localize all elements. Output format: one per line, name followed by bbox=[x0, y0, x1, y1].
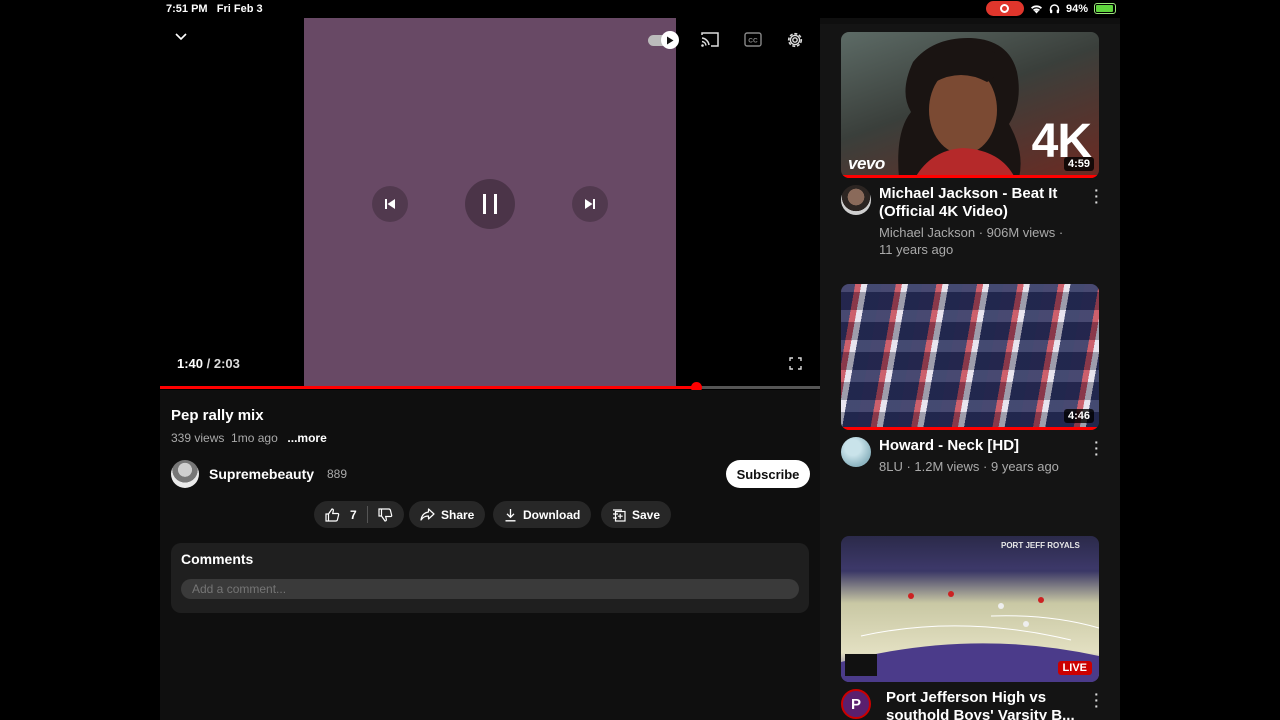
like-button[interactable]: 7 bbox=[325, 508, 357, 522]
previous-button[interactable] bbox=[372, 186, 408, 222]
skip-next-icon bbox=[585, 199, 595, 209]
like-count: 7 bbox=[350, 507, 357, 522]
svg-text:CC: CC bbox=[748, 38, 758, 45]
skip-previous-icon bbox=[385, 199, 395, 209]
headphones-icon bbox=[1049, 4, 1060, 14]
scoreboard-banner: PORT JEFF ROYALS bbox=[1001, 541, 1080, 550]
upload-age: 1mo ago bbox=[231, 431, 278, 445]
comment-input[interactable] bbox=[181, 579, 799, 599]
video-thumbnail[interactable]: 4:46 bbox=[841, 284, 1099, 430]
wifi-icon bbox=[1030, 5, 1042, 14]
screen-record-icon bbox=[985, 1, 1024, 16]
recommended-video[interactable]: 4K vevo 4:59 Michael Jackson - Beat It (… bbox=[841, 32, 1099, 262]
status-icons: 94% bbox=[985, 1, 1116, 16]
time-display: 1:40 / 2:03 bbox=[177, 356, 240, 371]
time-separator: / bbox=[203, 356, 214, 371]
video-title[interactable]: Michael Jackson - Beat It (Official 4K V… bbox=[879, 185, 1087, 221]
next-button[interactable] bbox=[572, 186, 608, 222]
watched-progress bbox=[841, 175, 1099, 178]
recommended-video[interactable]: PORT JEFF ROYALS LIVE P Port Jefferson H… bbox=[841, 536, 1099, 720]
progress-bar[interactable] bbox=[160, 382, 820, 393]
save-button[interactable]: Save bbox=[601, 501, 672, 528]
chevron-down-icon[interactable] bbox=[174, 32, 188, 42]
download-label: Download bbox=[523, 507, 581, 522]
video-thumbnail[interactable]: 4K vevo 4:59 bbox=[841, 32, 1099, 178]
video-title: Pep rally mix bbox=[171, 407, 264, 424]
video-duration: 4:59 bbox=[1063, 157, 1094, 171]
share-label: Share bbox=[441, 507, 475, 522]
thumbs-down-icon[interactable] bbox=[378, 507, 393, 522]
video-thumbnail[interactable]: PORT JEFF ROYALS LIVE bbox=[841, 536, 1099, 682]
subscribe-button[interactable]: Subscribe bbox=[726, 460, 810, 488]
status-time: 7:51 PM Fri Feb 3 bbox=[166, 3, 263, 15]
recommendations-sidebar: 4K vevo 4:59 Michael Jackson - Beat It (… bbox=[820, 24, 1120, 720]
download-icon bbox=[505, 508, 516, 521]
status-bar: 7:51 PM Fri Feb 3 94% bbox=[0, 0, 1280, 18]
more-link[interactable]: ...more bbox=[287, 431, 326, 445]
channel-avatar[interactable] bbox=[841, 185, 871, 215]
channel-avatar[interactable] bbox=[841, 437, 871, 467]
video-player[interactable]: CC 1:40 / 2:03 bbox=[160, 18, 820, 393]
fullscreen-icon[interactable] bbox=[789, 357, 802, 370]
vevo-logo: vevo bbox=[848, 154, 885, 173]
captions-icon[interactable]: CC bbox=[744, 32, 762, 47]
cast-icon[interactable] bbox=[700, 31, 720, 48]
download-button[interactable]: Download bbox=[493, 501, 592, 528]
youtube-app: CC 1:40 / 2:03 Pep rally mix 339 views 1… bbox=[160, 18, 1120, 720]
battery-icon bbox=[1094, 3, 1116, 14]
save-playlist-icon bbox=[613, 508, 626, 522]
progress-played bbox=[160, 386, 697, 389]
more-options-icon[interactable]: · · · bbox=[1094, 435, 1099, 461]
gear-icon[interactable] bbox=[785, 30, 805, 50]
video-meta[interactable]: 339 views 1mo ago ...more bbox=[171, 431, 327, 445]
share-icon bbox=[420, 508, 435, 521]
live-badge: LIVE bbox=[1057, 661, 1092, 675]
recommended-video[interactable]: 4:46 Howard - Neck [HD] 8LU · 1.2M views… bbox=[841, 284, 1099, 484]
video-meta: Michael Jackson · 906M views · 11 years … bbox=[879, 225, 1064, 257]
more-options-icon[interactable]: · · · bbox=[1094, 687, 1099, 713]
battery-percent: 94% bbox=[1065, 2, 1088, 15]
save-label: Save bbox=[632, 507, 661, 522]
autoplay-toggle[interactable] bbox=[648, 31, 680, 49]
thumbs-up-icon bbox=[325, 507, 340, 522]
pause-button[interactable] bbox=[465, 179, 515, 229]
video-meta: 8LU · 1.2M views · 9 years ago bbox=[879, 459, 1059, 474]
current-time: 1:40 bbox=[177, 356, 204, 371]
thumbnail-art bbox=[841, 284, 1099, 430]
video-duration: 4:46 bbox=[1063, 409, 1094, 423]
share-button[interactable]: Share bbox=[409, 501, 486, 528]
like-dislike-group: 7 bbox=[314, 501, 404, 528]
comments-title: Comments bbox=[181, 551, 254, 567]
view-count: 339 views bbox=[171, 431, 225, 445]
video-title[interactable]: Howard - Neck [HD] bbox=[879, 437, 1087, 455]
like-separator bbox=[366, 506, 368, 523]
subscriber-count: 889 bbox=[327, 467, 348, 481]
channel-name[interactable]: Supremebeauty bbox=[209, 466, 314, 482]
watched-progress bbox=[841, 427, 1099, 430]
comments-section[interactable]: Comments bbox=[171, 543, 809, 613]
duration: 2:03 bbox=[213, 356, 240, 371]
video-info: Pep rally mix 339 views 1mo ago ...more … bbox=[160, 390, 820, 620]
more-options-icon[interactable]: · · · bbox=[1094, 183, 1099, 209]
play-icon bbox=[667, 36, 674, 44]
channel-avatar[interactable]: P bbox=[841, 689, 871, 719]
pause-icon bbox=[483, 194, 497, 214]
video-title[interactable]: Port Jefferson High vs southold Boys' Va… bbox=[886, 689, 1094, 720]
channel-avatar[interactable] bbox=[171, 460, 199, 488]
avatar-letter: P bbox=[850, 695, 861, 713]
